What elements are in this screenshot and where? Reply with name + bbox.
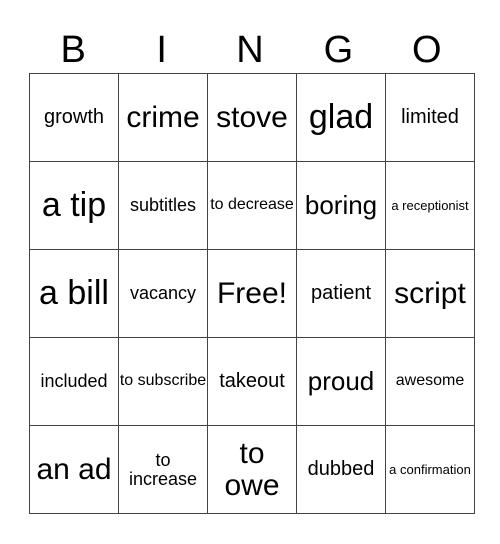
- header-letter-o: O: [412, 29, 442, 71]
- bingo-grid: growth crime stove glad limited a tip su…: [29, 73, 475, 514]
- bingo-cell[interactable]: crime: [118, 73, 208, 162]
- bingo-cell[interactable]: a receptionist: [385, 161, 475, 250]
- bingo-cell[interactable]: growth: [29, 73, 119, 162]
- bingo-cell[interactable]: awesome: [385, 337, 475, 426]
- bingo-cell[interactable]: a confirmation: [385, 425, 475, 514]
- bingo-cell[interactable]: to increase: [118, 425, 208, 514]
- bingo-cell[interactable]: stove: [207, 73, 297, 162]
- grid-row: an ad to increase to owe dubbed a confir…: [29, 425, 475, 514]
- header-letter-b: B: [60, 29, 86, 71]
- header-letter-n: N: [236, 29, 264, 71]
- header-letter-g: G: [323, 29, 354, 71]
- grid-row: a bill vacancy Free! patient script: [29, 249, 475, 338]
- bingo-cell[interactable]: to subscribe: [118, 337, 208, 426]
- grid-row: included to subscribe takeout proud awes…: [29, 337, 475, 426]
- bingo-cell[interactable]: included: [29, 337, 119, 426]
- bingo-cell[interactable]: patient: [296, 249, 386, 338]
- bingo-cell[interactable]: dubbed: [296, 425, 386, 514]
- bingo-cell[interactable]: an ad: [29, 425, 119, 514]
- bingo-cell[interactable]: subtitles: [118, 161, 208, 250]
- bingo-cell[interactable]: a bill: [29, 249, 119, 338]
- bingo-cell[interactable]: glad: [296, 73, 386, 162]
- free-space-cell[interactable]: Free!: [207, 249, 297, 338]
- bingo-cell[interactable]: a tip: [29, 161, 119, 250]
- bingo-cell[interactable]: proud: [296, 337, 386, 426]
- bingo-cell[interactable]: vacancy: [118, 249, 208, 338]
- bingo-cell[interactable]: takeout: [207, 337, 297, 426]
- grid-row: a tip subtitles to decrease boring a rec…: [29, 161, 475, 250]
- bingo-cell[interactable]: limited: [385, 73, 475, 162]
- bingo-cell[interactable]: to decrease: [207, 161, 297, 250]
- bingo-header: B I N G O: [29, 28, 471, 72]
- bingo-cell[interactable]: to owe: [207, 425, 297, 514]
- bingo-cell[interactable]: boring: [296, 161, 386, 250]
- grid-row: growth crime stove glad limited: [29, 73, 475, 162]
- bingo-cell[interactable]: script: [385, 249, 475, 338]
- header-letter-i: I: [156, 29, 167, 71]
